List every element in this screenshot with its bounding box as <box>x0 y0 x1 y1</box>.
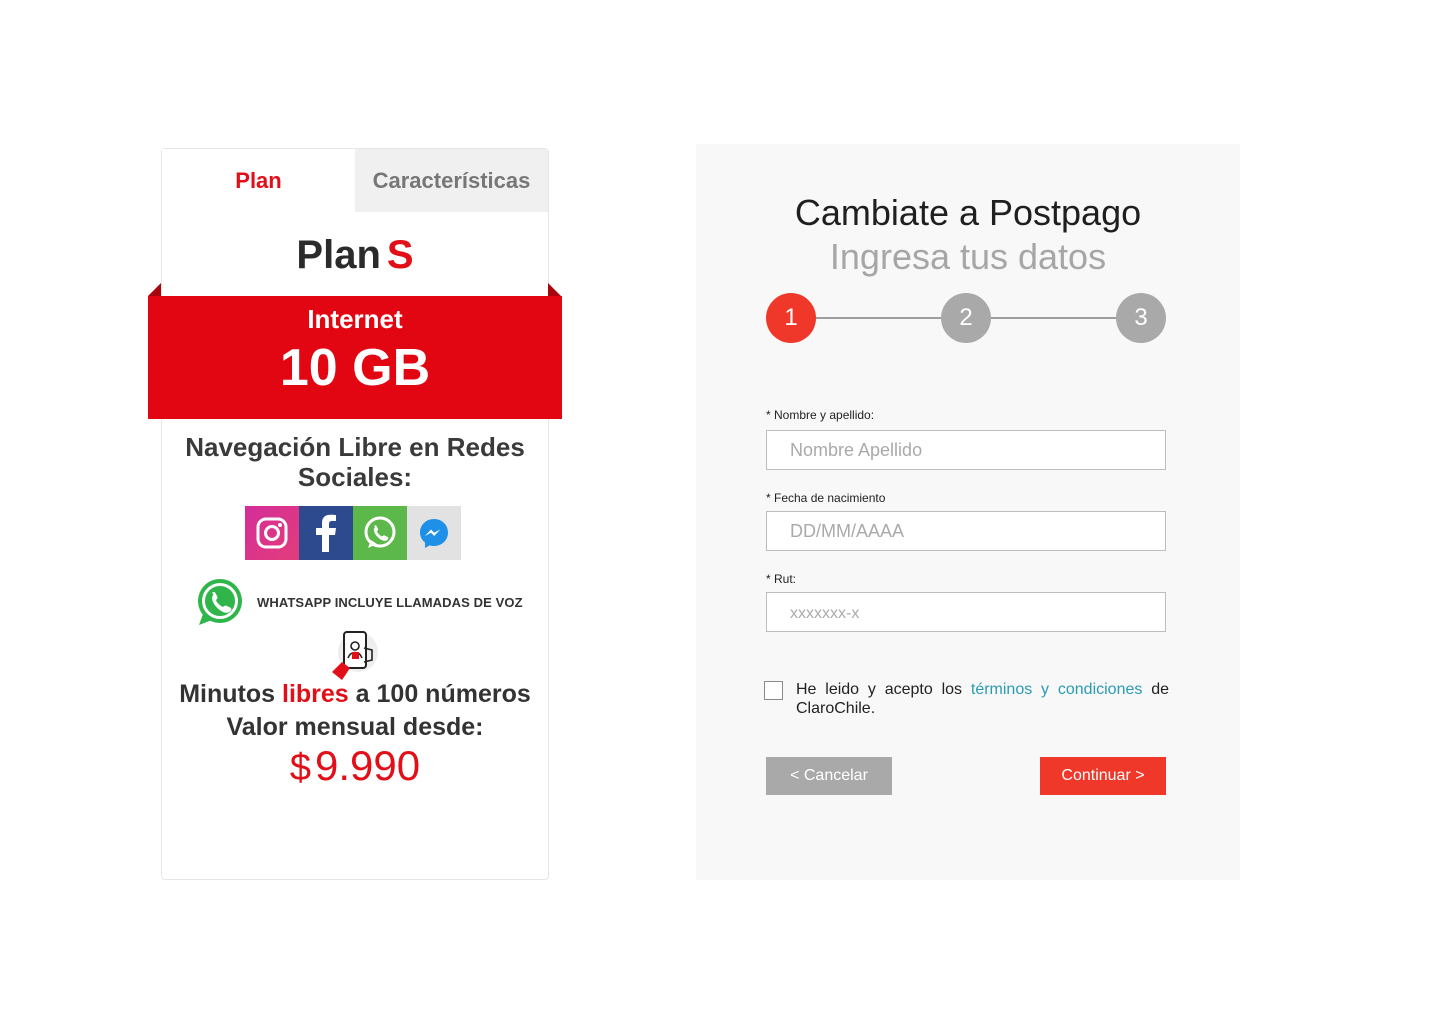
name-label: * Nombre y apellido: <box>766 408 875 422</box>
tab-caracteristicas[interactable]: Características <box>355 149 548 212</box>
social-icons <box>245 506 461 560</box>
continue-button[interactable]: Continuar > <box>1040 757 1166 795</box>
minutes-post: a 100 números <box>355 680 531 708</box>
phone-minutes-icon <box>332 631 378 680</box>
plan-size: S <box>386 233 414 277</box>
rut-input[interactable] <box>766 592 1166 632</box>
birthdate-label: * Fecha de nacimiento <box>766 491 886 505</box>
tab-plan[interactable]: Plan <box>162 149 355 212</box>
step-2: 2 <box>941 293 991 343</box>
internet-amount: 10 GB <box>279 339 431 397</box>
messenger-icon <box>407 506 461 560</box>
name-input[interactable] <box>766 430 1166 470</box>
terms-text-before: He leido y acepto los <box>796 681 971 698</box>
step-1: 1 <box>766 293 816 343</box>
ribbon-fold-right <box>548 283 561 296</box>
form-subtitle: Ingresa tus datos <box>829 236 1107 277</box>
minutes-pre: Minutos <box>179 680 276 708</box>
cancel-button[interactable]: < Cancelar <box>766 757 892 795</box>
terms-checkbox[interactable] <box>764 681 783 700</box>
step-3: 3 <box>1116 293 1166 343</box>
facebook-icon <box>299 506 353 560</box>
plan-title: Plan S <box>162 233 548 278</box>
whatsapp-icon <box>198 579 242 625</box>
whatsapp-icon <box>353 506 407 560</box>
internet-label: Internet <box>307 304 403 334</box>
form-title: Cambiate a Postpago <box>794 192 1142 233</box>
terms-text: He leido y acepto los términos y condici… <box>796 680 1169 718</box>
whatsapp-calls-note: WHATSAPP INCLUYE LLAMADAS DE VOZ <box>193 576 533 628</box>
plan-tabs: Plan Características <box>162 149 548 212</box>
minutes-highlight: libres <box>282 680 349 708</box>
social-title: Navegación Libre en Redes Sociales: <box>185 432 525 492</box>
price-currency: $ <box>289 747 312 789</box>
rut-label: * Rut: <box>766 572 797 586</box>
internet-ribbon: Internet 10 GB <box>148 296 562 419</box>
plan-prefix: Plan <box>296 233 381 277</box>
free-minutes-text: Minutos libres a 100 números <box>161 680 549 709</box>
birthdate-input[interactable] <box>766 511 1166 551</box>
instagram-icon <box>245 506 299 560</box>
ribbon-fold-left <box>148 283 161 296</box>
price: $9.990 <box>161 742 549 790</box>
terms-link[interactable]: términos y condiciones <box>971 681 1143 698</box>
whatsapp-calls-text: WHATSAPP INCLUYE LLAMADAS DE VOZ <box>257 594 523 610</box>
price-value: 9.990 <box>315 742 421 789</box>
monthly-label: Valor mensual desde: <box>226 713 484 741</box>
